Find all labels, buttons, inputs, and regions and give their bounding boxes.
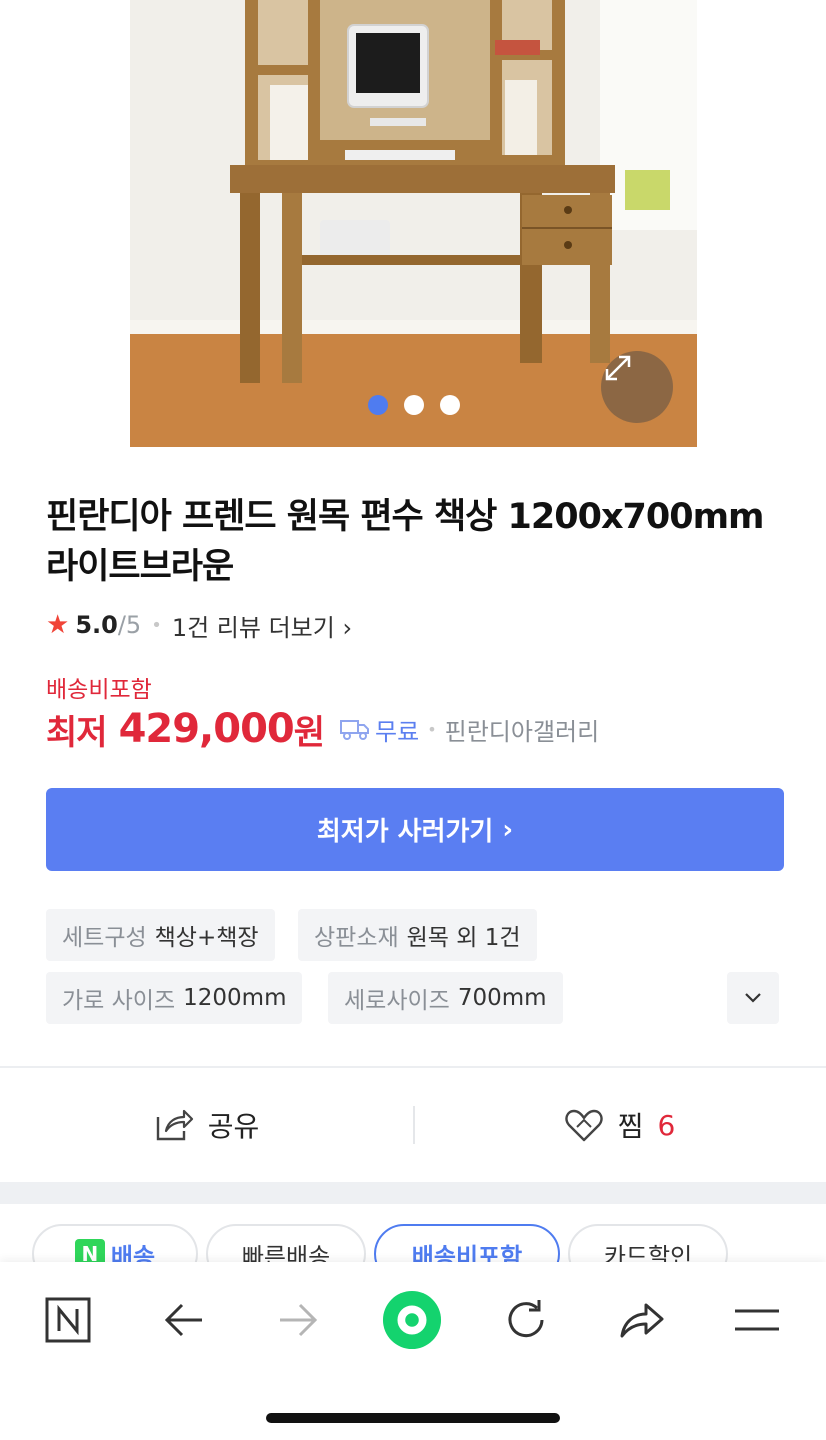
- gallery-dot[interactable]: [439, 395, 460, 415]
- home-indicator: [266, 1413, 560, 1423]
- wish-button[interactable]: 찜 6: [413, 1068, 826, 1182]
- rating-score: 5.0: [75, 611, 118, 639]
- review-link[interactable]: 1건 리뷰 더보기 ›: [172, 608, 352, 643]
- free-shipping: 무료: [339, 712, 419, 747]
- rating-max: /5: [117, 611, 142, 639]
- naver-n-button[interactable]: [38, 1292, 98, 1348]
- spec-chip: 세로사이즈 700mm: [328, 972, 563, 1024]
- seller-name[interactable]: 핀란디아갤러리: [445, 712, 600, 747]
- spec-key: 세트구성: [62, 925, 147, 951]
- buy-button-label: 최저가 사러가기: [316, 817, 494, 847]
- share-icon: [156, 1109, 193, 1141]
- share-page-button[interactable]: [612, 1292, 672, 1348]
- heart-icon: [565, 1109, 603, 1142]
- price-value: 429,000: [118, 706, 295, 752]
- spec-chip: 가로 사이즈 1200mm: [46, 972, 303, 1024]
- chevron-down-icon: [745, 993, 761, 1003]
- expand-specs-button[interactable]: [727, 972, 779, 1024]
- menu-icon: [735, 1309, 779, 1331]
- wish-count: 6: [657, 1108, 676, 1142]
- free-shipping-label: 무료: [375, 717, 420, 746]
- spec-key: 세로사이즈: [344, 988, 450, 1014]
- gallery-dot[interactable]: [403, 395, 424, 415]
- chevron-right-icon: ›: [342, 613, 353, 642]
- spec-key: 가로 사이즈: [62, 988, 176, 1014]
- expand-image-button[interactable]: [601, 351, 673, 423]
- green-home-button[interactable]: [382, 1290, 442, 1350]
- vertical-divider: [413, 1106, 415, 1144]
- buy-lowest-price-button[interactable]: 최저가 사러가기 ›: [46, 788, 784, 871]
- forward-button[interactable]: [268, 1292, 328, 1348]
- spec-key: 상판소재: [314, 925, 399, 951]
- spec-value: 700mm: [457, 985, 547, 1011]
- spec-value: 책상+책장: [154, 925, 259, 951]
- share-arrow-icon: [620, 1303, 664, 1338]
- green-home-icon: [382, 1290, 442, 1350]
- spec-chip: 상판소재 원목 외 1건: [298, 909, 537, 961]
- rating-row: ★ 5.0 /5 • 1건 리뷰 더보기 ›: [46, 608, 352, 642]
- price-unit: 원: [293, 712, 326, 753]
- star-icon: ★: [46, 610, 70, 640]
- truck-icon: [340, 720, 370, 740]
- back-button[interactable]: [154, 1292, 214, 1348]
- product-title: 핀란디아 프렌드 원목 편수 책상 1200x700mm 라이트브라운: [46, 497, 765, 587]
- gallery-dot[interactable]: [367, 395, 388, 415]
- section-separator: [0, 1182, 826, 1204]
- forward-arrow-icon: [280, 1303, 318, 1337]
- price-row: 최저 429,000 원 무료 • 핀란디아갤러리: [46, 703, 599, 755]
- expand-icon: [605, 355, 631, 381]
- review-link-label: 1건 리뷰 더보기: [171, 613, 335, 642]
- spec-chip: 세트구성 책상+책장: [46, 909, 275, 961]
- menu-button[interactable]: [727, 1292, 787, 1348]
- share-label: 공유: [207, 1110, 260, 1143]
- dot-separator: •: [427, 719, 437, 739]
- naver-n-icon: [45, 1297, 91, 1343]
- chevron-right-icon: ›: [493, 814, 514, 845]
- shipping-included-note: 배송비포함: [46, 677, 152, 703]
- refresh-button[interactable]: [496, 1292, 556, 1348]
- dot-separator: •: [151, 614, 162, 636]
- wish-label: 찜: [617, 1110, 644, 1143]
- refresh-icon: [508, 1300, 544, 1338]
- product-image[interactable]: [130, 0, 697, 447]
- back-arrow-icon: [164, 1303, 202, 1337]
- share-button[interactable]: 공유: [0, 1068, 413, 1182]
- spec-value: 1200mm: [183, 985, 287, 1011]
- price-prefix: 최저: [46, 712, 108, 753]
- spec-value: 원목 외 1건: [406, 925, 521, 951]
